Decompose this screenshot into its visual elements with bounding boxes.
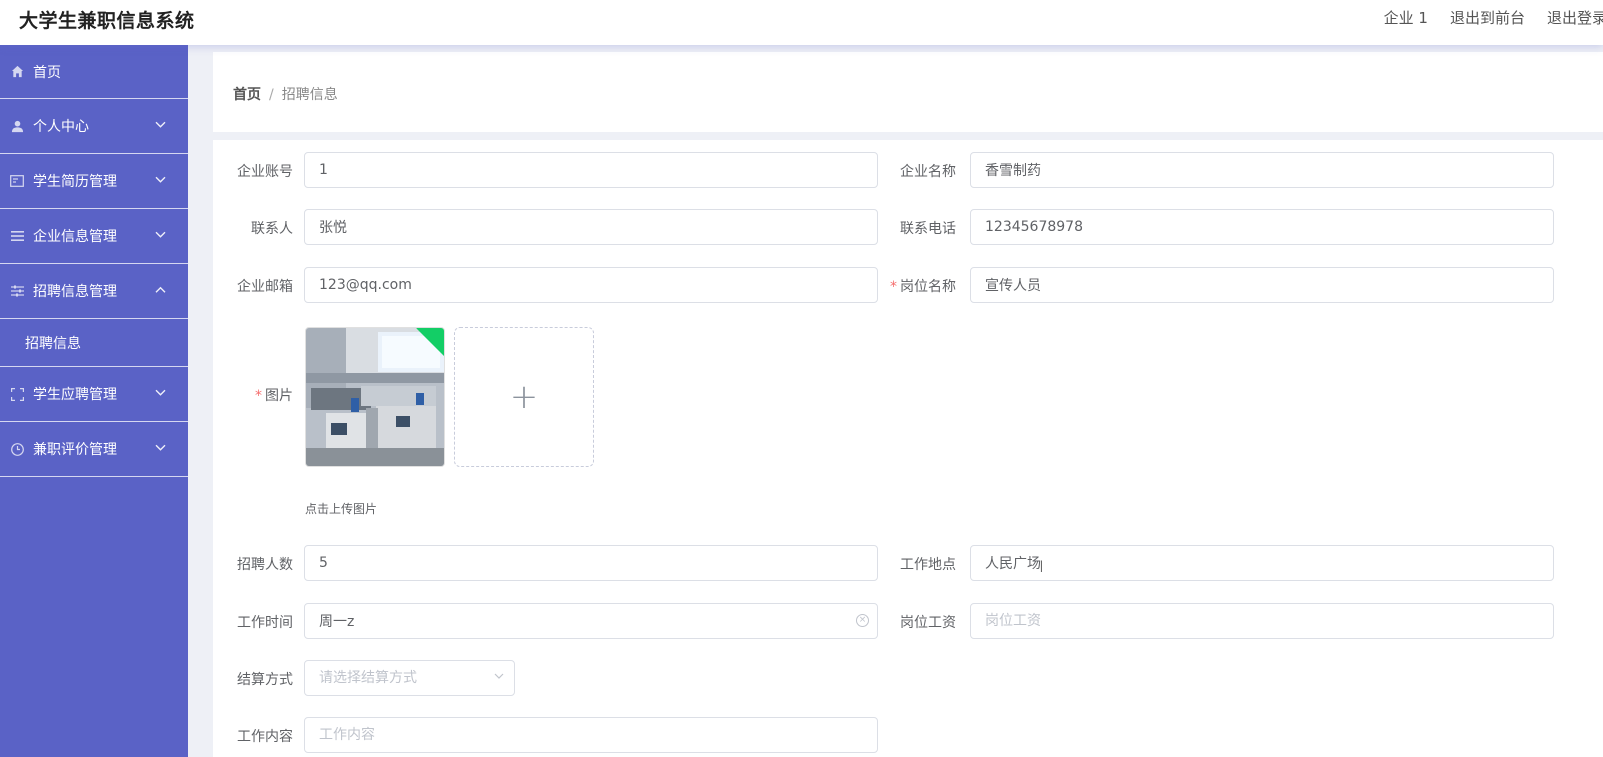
sidebar-subitem-recruitment-info[interactable]: 招聘信息: [0, 319, 188, 367]
email-label: 企业邮箱: [237, 279, 293, 295]
upload-image-button[interactable]: +: [454, 327, 594, 467]
breadcrumb-card: 首页 / 招聘信息: [213, 52, 1603, 132]
phone-label: 联系电话: [900, 221, 956, 237]
breadcrumb-home[interactable]: 首页: [233, 87, 261, 103]
chevron-down-icon: [494, 671, 504, 682]
work-time-input[interactable]: [304, 603, 878, 639]
breadcrumb-current: 招聘信息: [281, 87, 338, 103]
sidebar-item-recruitment[interactable]: 招聘信息管理: [0, 264, 188, 319]
location-input[interactable]: [970, 545, 1554, 581]
image-label: * 图片: [213, 385, 293, 405]
top-bar: 大学生兼职信息系统 企业 1 退出到前台 退出登录: [0, 0, 1603, 45]
sidebar-item-label: 招聘信息管理: [33, 284, 117, 300]
upload-tip: 点击上传图片: [305, 502, 378, 516]
current-user-link[interactable]: 企业 1: [1384, 7, 1428, 28]
settlement-label: 结算方式: [237, 672, 293, 688]
required-mark: *: [255, 388, 262, 404]
breadcrumb-separator: /: [269, 87, 274, 103]
app-title: 大学生兼职信息系统: [19, 10, 195, 32]
sidebar-subitem-label: 招聘信息: [25, 335, 81, 352]
required-mark: *: [890, 279, 897, 295]
content-label: 工作内容: [237, 729, 293, 745]
email-input[interactable]: [304, 267, 878, 303]
chevron-down-icon: [155, 228, 166, 241]
logout-link[interactable]: 退出登录: [1547, 7, 1603, 28]
position-label-text: 岗位名称: [900, 279, 956, 295]
company-account-input[interactable]: [304, 152, 878, 188]
sidebar: 首页 个人中心 学生简历管理 企业信息管理 招聘信息管理 招聘信息 学生应聘管理…: [0, 45, 188, 757]
image-label-text: 图片: [265, 388, 293, 404]
sidebar-item-label: 兼职评价管理: [33, 442, 117, 458]
contact-label: 联系人: [251, 221, 293, 237]
settlement-select[interactable]: [304, 660, 515, 696]
chevron-down-icon: [155, 441, 166, 454]
sidebar-item-home[interactable]: 首页: [0, 45, 188, 99]
sidebar-item-label: 学生应聘管理: [33, 387, 117, 403]
clear-icon[interactable]: ×: [856, 614, 869, 627]
company-name-input[interactable]: [970, 152, 1554, 188]
text-cursor-icon: I: [1039, 557, 1044, 576]
sliders-icon: [10, 284, 24, 298]
sidebar-item-applications[interactable]: 学生应聘管理: [0, 367, 188, 422]
company-account-label: 企业账号: [237, 164, 293, 180]
sidebar-item-company[interactable]: 企业信息管理: [0, 209, 188, 264]
phone-input[interactable]: [970, 209, 1554, 245]
sidebar-item-label: 首页: [33, 64, 61, 81]
sidebar-item-label: 企业信息管理: [33, 229, 117, 245]
chevron-down-icon: [155, 386, 166, 399]
sidebar-item-label: 学生简历管理: [33, 174, 117, 190]
position-input[interactable]: [970, 267, 1554, 303]
breadcrumb: 首页 / 招聘信息: [233, 84, 338, 104]
chevron-up-icon: [155, 283, 166, 296]
content-input[interactable]: [304, 717, 878, 753]
office-photo: [306, 328, 444, 466]
resume-icon: [10, 174, 24, 188]
list-icon: [10, 229, 24, 243]
company-name-label: 企业名称: [900, 164, 956, 180]
clock-icon: [10, 442, 24, 456]
contact-input[interactable]: [304, 209, 878, 245]
chevron-down-icon: [155, 173, 166, 186]
position-label: * 岗位名称: [876, 276, 956, 296]
chevron-down-icon: [155, 118, 166, 131]
uploaded-image-thumbnail[interactable]: ✓: [305, 327, 445, 467]
top-links: 企业 1 退出到前台 退出登录: [1384, 7, 1603, 28]
salary-label: 岗位工资: [900, 615, 956, 631]
recruitment-form: 企业账号 企业名称 联系人 联系电话 企业邮箱 *岗位名称 *图片: [213, 140, 1603, 757]
exit-to-front-link[interactable]: 退出到前台: [1450, 7, 1525, 28]
work-time-label: 工作时间: [237, 615, 293, 631]
headcount-label: 招聘人数: [237, 557, 293, 573]
sidebar-item-profile[interactable]: 个人中心: [0, 99, 188, 154]
sidebar-item-resume[interactable]: 学生简历管理: [0, 154, 188, 209]
home-icon: [10, 65, 24, 79]
location-label: 工作地点: [900, 557, 956, 573]
sidebar-item-reviews[interactable]: 兼职评价管理: [0, 422, 188, 477]
frame-icon: [10, 387, 24, 401]
user-icon: [10, 119, 24, 133]
sidebar-item-label: 个人中心: [33, 119, 89, 135]
salary-input[interactable]: [970, 603, 1554, 639]
headcount-input[interactable]: [304, 545, 878, 581]
